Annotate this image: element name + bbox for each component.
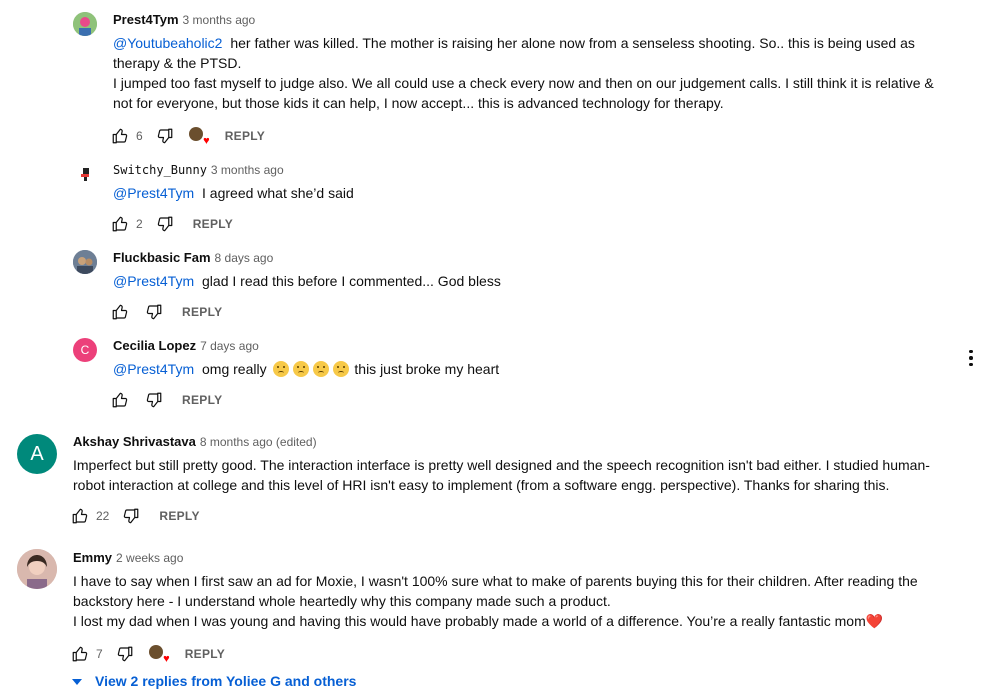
like-button[interactable] xyxy=(70,644,90,664)
comment-text: I agreed what she’d said xyxy=(202,185,354,201)
mention-link[interactable]: @Youtubeaholic2 xyxy=(113,35,222,51)
like-button[interactable] xyxy=(70,506,90,526)
thumbs-down-icon xyxy=(157,128,173,144)
comment-author[interactable]: Fluckbasic Fam xyxy=(113,250,211,265)
avatar-letter: C xyxy=(80,343,90,357)
comment-timestamp[interactable]: 3 months ago xyxy=(183,13,256,27)
comment-author[interactable]: Emmy xyxy=(73,550,112,565)
comment-text-line: backstory here - I understand whole hear… xyxy=(73,593,611,609)
avatar[interactable] xyxy=(73,250,97,274)
thumbs-down-icon xyxy=(117,646,133,662)
comment-timestamp[interactable]: 8 months ago (edited) xyxy=(200,435,317,449)
crying-face-icon xyxy=(332,361,349,377)
comment-text-line: therapy & the PTSD. xyxy=(113,55,242,71)
avatar-image-icon xyxy=(73,12,97,36)
comment-author[interactable]: Cecilia Lopez xyxy=(113,338,196,353)
comment-author[interactable]: Akshay Shrivastava xyxy=(73,434,196,449)
thumbs-up-icon xyxy=(112,392,128,408)
comment-text: this just broke my heart xyxy=(354,361,500,377)
thumbs-down-icon xyxy=(146,304,162,320)
caret-down-icon xyxy=(72,679,82,685)
avatar-image-icon xyxy=(73,250,97,274)
avatar-image-icon xyxy=(17,549,57,589)
crying-face-icon xyxy=(272,361,289,377)
dislike-button[interactable] xyxy=(144,302,164,322)
comment-text-line: robot interaction at college and this le… xyxy=(73,477,890,493)
avatar[interactable] xyxy=(73,12,97,36)
comment-text: omg really xyxy=(202,361,267,377)
avatar[interactable] xyxy=(17,549,57,589)
mention-link[interactable]: @Prest4Tym xyxy=(113,185,194,201)
comment-text: glad I read this before I commented... G… xyxy=(202,273,501,289)
comment-timestamp[interactable]: 8 days ago xyxy=(215,251,274,265)
thumbs-down-icon xyxy=(157,216,173,232)
like-count: 2 xyxy=(136,217,143,231)
dislike-button[interactable] xyxy=(121,506,141,526)
creator-heart-icon: ♥ xyxy=(188,127,210,147)
mention-link[interactable]: @Prest4Tym xyxy=(113,273,194,289)
reply-button[interactable]: REPLY xyxy=(225,129,265,143)
creator-heart-icon: ♥ xyxy=(148,645,170,665)
like-count: 7 xyxy=(96,647,103,661)
crying-face-icon xyxy=(292,361,309,377)
reply-button[interactable]: REPLY xyxy=(159,509,199,523)
reply-button[interactable]: REPLY xyxy=(182,393,222,407)
thumbs-down-icon xyxy=(124,508,139,524)
avatar[interactable]: A xyxy=(17,434,57,474)
reply-button[interactable]: REPLY xyxy=(185,647,225,661)
comment-text-line: not for everyone, but those kids it can … xyxy=(113,95,724,111)
comment-timestamp[interactable]: 7 days ago xyxy=(200,339,259,353)
dislike-button[interactable] xyxy=(115,644,135,664)
more-actions-button[interactable] xyxy=(962,347,980,369)
thumbs-up-icon xyxy=(72,508,88,524)
thumbs-up-icon xyxy=(72,646,88,662)
like-button[interactable] xyxy=(110,126,130,146)
thumbs-up-icon xyxy=(112,216,128,232)
comment-author[interactable]: Switchy_Bunny xyxy=(113,163,207,177)
avatar[interactable]: C xyxy=(73,338,97,362)
like-button[interactable] xyxy=(110,390,130,410)
dislike-button[interactable] xyxy=(144,390,164,410)
dislike-button[interactable] xyxy=(155,214,175,234)
comment-timestamp[interactable]: 2 weeks ago xyxy=(116,551,183,565)
thumbs-down-icon xyxy=(146,392,162,408)
avatar[interactable] xyxy=(73,162,97,186)
mention-link[interactable]: @Prest4Tym xyxy=(113,361,194,377)
comment-text: her father was killed. The mother is rai… xyxy=(230,35,915,51)
view-replies-label: View 2 replies from Yoliee G and others xyxy=(95,673,357,689)
like-count: 6 xyxy=(136,129,143,143)
view-replies-button[interactable]: View 2 replies from Yoliee G and others xyxy=(72,673,356,689)
crying-face-icon xyxy=(312,361,329,377)
thumbs-up-icon xyxy=(112,304,128,320)
comment-text-line: I lost my dad when I was young and havin… xyxy=(73,613,884,629)
reply-button[interactable]: REPLY xyxy=(193,217,233,231)
avatar-image-icon xyxy=(81,168,89,181)
comment-timestamp[interactable]: 3 months ago xyxy=(211,163,284,177)
like-count: 22 xyxy=(96,509,110,523)
like-button[interactable] xyxy=(110,214,130,234)
comment-author[interactable]: Prest4Tym xyxy=(113,12,179,27)
like-button[interactable] xyxy=(110,302,130,322)
thumbs-up-icon xyxy=(112,128,128,144)
comment-text-line: Imperfect but still pretty good. The int… xyxy=(73,457,930,473)
avatar-letter: A xyxy=(30,442,44,465)
comment-text-line: I have to say when I first saw an ad for… xyxy=(73,573,918,589)
dislike-button[interactable] xyxy=(155,126,175,146)
comment-text-line: I jumped too fast myself to judge also. … xyxy=(113,75,934,91)
reply-button[interactable]: REPLY xyxy=(182,305,222,319)
